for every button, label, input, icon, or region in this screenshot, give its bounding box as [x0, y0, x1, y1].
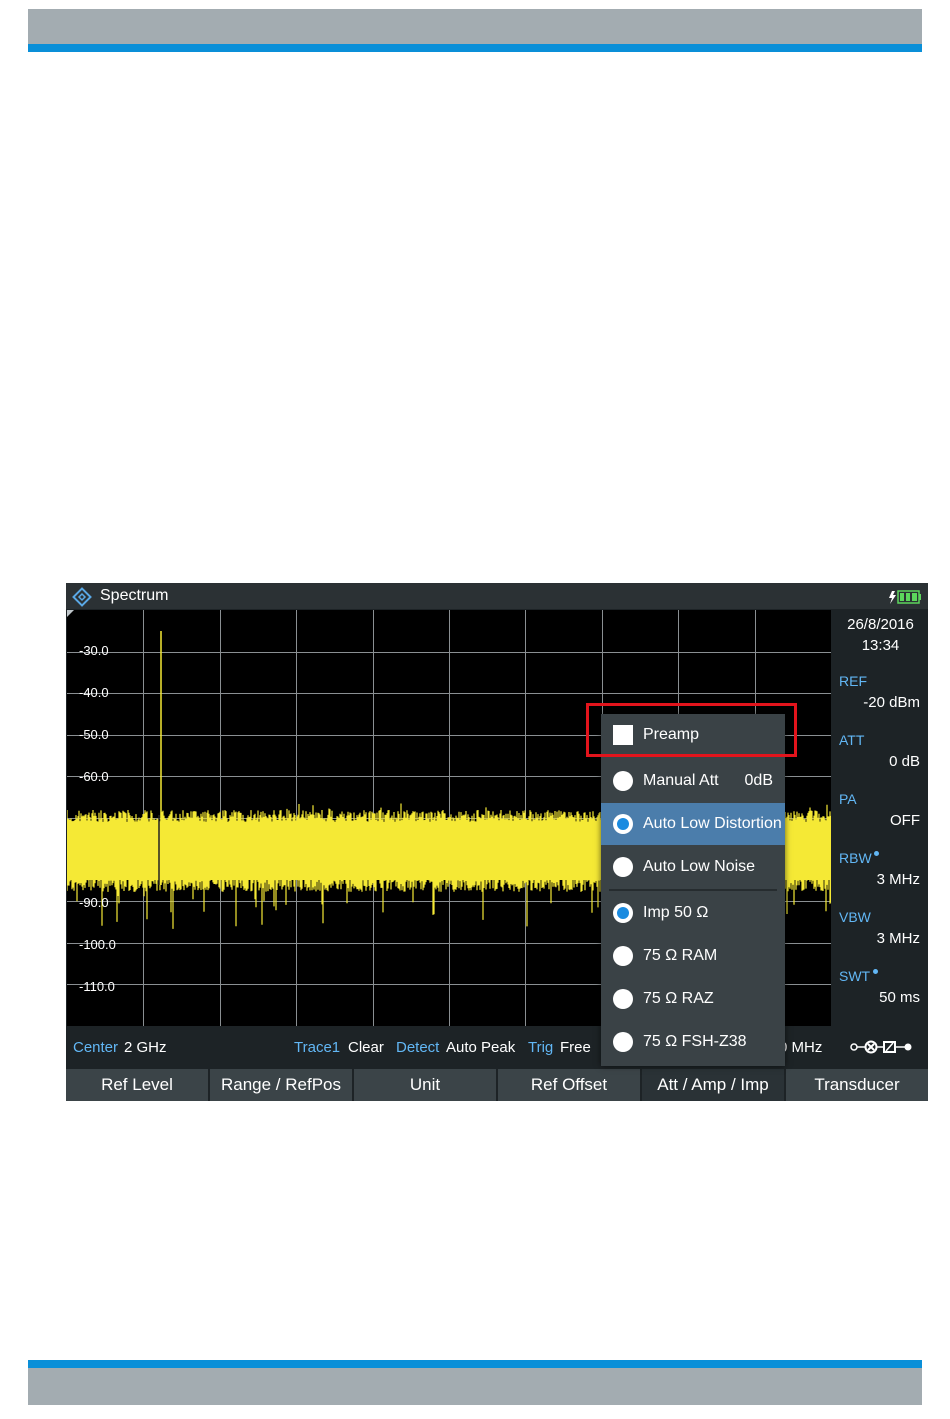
y-tick-label: -100.0 [79, 937, 116, 952]
rbw-coupled-dot-icon [874, 851, 879, 856]
softkey-ref-level[interactable]: Ref Level [66, 1069, 208, 1101]
menu-item-label: 75 Ω RAM [643, 947, 718, 964]
title-bar: Spectrum [66, 583, 928, 609]
doc-header-bar [28, 9, 922, 44]
reference-marker [67, 610, 74, 617]
detect-value: Auto Peak [446, 1039, 516, 1056]
menu-item-manual-att[interactable]: Manual Att 0dB [601, 760, 785, 802]
menu-item-75-fsh-z38[interactable]: 75 Ω FSH-Z38 [601, 1021, 785, 1063]
radio-button[interactable] [613, 857, 633, 877]
menu-item-label: Manual Att [643, 772, 719, 789]
softkey-transducer[interactable]: Transducer [786, 1069, 928, 1101]
rbw-value: 3 MHz [876, 871, 920, 888]
menu-item-auto-low-noise[interactable]: Auto Low Noise [601, 846, 785, 888]
radio-button[interactable] [613, 1032, 633, 1052]
settings-side-panel: 26/8/2016 13:34 REF -20 dBm ATT 0 dB PA … [833, 610, 928, 1026]
menu-item-label: Auto Low Distortion [643, 815, 782, 832]
battery-charging-icon [889, 590, 921, 604]
y-tick-label: -50.0 [79, 727, 109, 742]
menu-item-auto-low-distortion[interactable]: Auto Low Distortion [601, 803, 785, 845]
date-readout: 26/8/2016 [847, 616, 914, 633]
vbw-label: VBW [839, 909, 871, 925]
swt-label: SWT [839, 968, 871, 984]
softkey-bar: Ref Level Range / RefPos Unit Ref Offset… [66, 1069, 928, 1101]
ref-label: REF [839, 673, 867, 689]
y-tick-label: -40.0 [79, 685, 109, 700]
menu-item-imp-50[interactable]: Imp 50 Ω [601, 892, 785, 934]
ref-value: -20 dBm [863, 694, 920, 711]
radio-button[interactable] [613, 814, 633, 834]
softkey-range-refpos[interactable]: Range / RefPos [210, 1069, 352, 1101]
menu-item-75-raz[interactable]: 75 Ω RAZ [601, 978, 785, 1020]
softkey-unit[interactable]: Unit [354, 1069, 496, 1101]
center-label: Center [73, 1039, 119, 1056]
swt-value: 50 ms [879, 989, 920, 1006]
pa-value: OFF [890, 812, 920, 829]
pa-label: PA [839, 791, 857, 807]
menu-item-label: 75 Ω RAZ [643, 990, 714, 1007]
doc-footer-bar [28, 1368, 922, 1405]
instrument-screen: Spectrum -30.0 -40.0 -50.0 -60.0 -90.0 -… [66, 583, 928, 1101]
status-bar: Center 2 GHz Trace1 Clear Detect Auto Pe… [66, 1026, 928, 1068]
detect-label: Detect [396, 1039, 440, 1056]
span-value: 0 MHz [779, 1039, 823, 1056]
att-value: 0 dB [889, 753, 920, 770]
menu-item-75-ram[interactable]: 75 Ω RAM [601, 935, 785, 977]
trace-label: Trace1 [294, 1039, 341, 1056]
radio-button[interactable] [613, 989, 633, 1009]
y-tick-label: -110.0 [79, 979, 115, 994]
y-tick-label: -30.0 [79, 643, 109, 658]
softkey-ref-offset[interactable]: Ref Offset [498, 1069, 640, 1101]
time-readout: 13:34 [861, 637, 900, 654]
menu-item-label: 75 Ω FSH-Z38 [643, 1033, 747, 1050]
trace-value: Clear [348, 1039, 384, 1056]
y-tick-label: -60.0 [79, 769, 109, 784]
trig-value: Free [560, 1039, 591, 1056]
menu-item-label: Auto Low Noise [643, 858, 756, 875]
menu-separator [609, 889, 777, 891]
doc-footer-accent [28, 1360, 922, 1368]
trig-label: Trig [528, 1039, 554, 1056]
center-value: 2 GHz [124, 1039, 167, 1056]
y-tick-label: -90.0 [79, 895, 109, 910]
vbw-value: 3 MHz [876, 930, 920, 947]
rohde-schwarz-logo-icon [72, 587, 92, 607]
app-title: Spectrum [100, 587, 169, 604]
swt-coupled-dot-icon [873, 969, 878, 974]
doc-header-accent [28, 44, 922, 52]
radio-button[interactable] [613, 946, 633, 966]
radio-button[interactable] [613, 771, 633, 791]
rbw-label: RBW [839, 850, 872, 866]
radio-button[interactable] [613, 903, 633, 923]
att-label: ATT [839, 732, 865, 748]
menu-item-label: Imp 50 Ω [643, 904, 709, 921]
manual-att-value: 0dB [744, 772, 773, 789]
att-amp-imp-menu: Preamp Manual Att 0dB Auto Low Distortio… [601, 714, 785, 1066]
softkey-att-amp-imp[interactable]: Att / Amp / Imp [642, 1069, 784, 1101]
rf-connector-icon [850, 1040, 912, 1054]
preamp-highlight-box [586, 703, 797, 757]
